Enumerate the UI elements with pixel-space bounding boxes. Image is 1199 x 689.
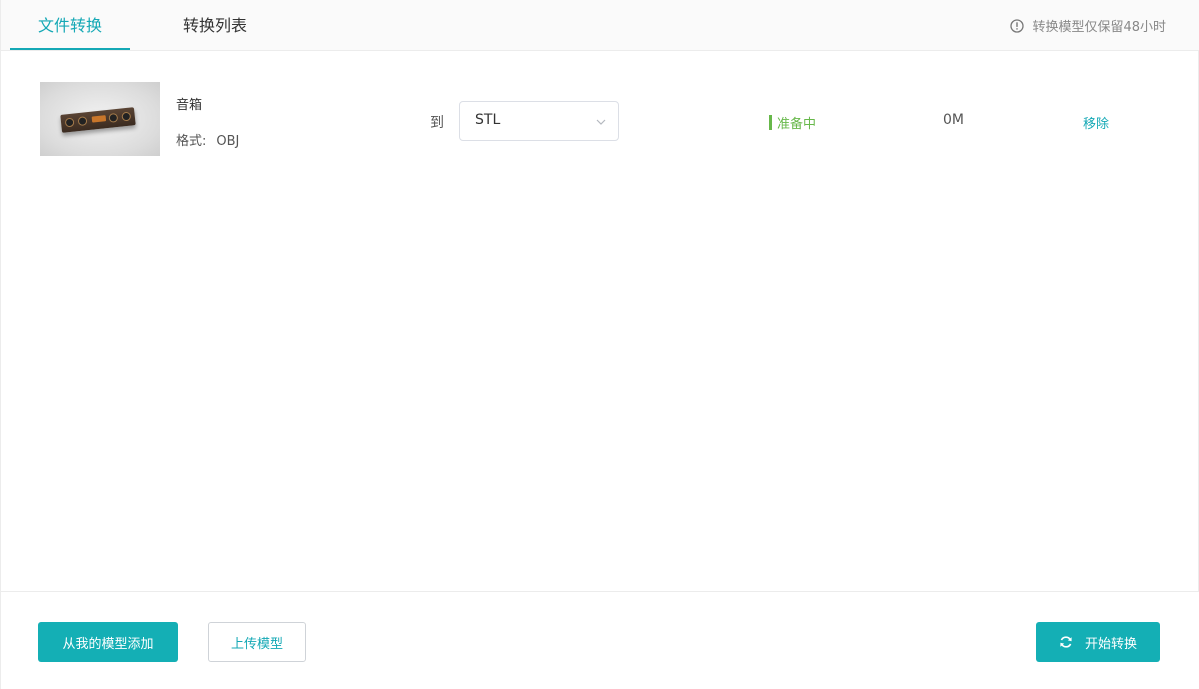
remove-link[interactable]: 移除 [1083, 113, 1109, 132]
to-label: 到 [430, 115, 444, 131]
status-text: 准备中 [777, 117, 817, 132]
status-badge: 准备中 [769, 113, 816, 132]
upload-model-button[interactable]: 上传模型 [208, 622, 306, 662]
file-format: 格式: OBJ [176, 130, 239, 149]
target-format-value: STL [475, 112, 501, 128]
converter-panel: 文件转换 转换列表 转换模型仅保留48小时 音箱 格式: OBJ 到 STL 准… [0, 0, 1199, 689]
start-convert-label: 开始转换 [1084, 636, 1137, 652]
file-size: 0M [943, 112, 964, 128]
add-from-my-models-button[interactable]: 从我的模型添加 [38, 622, 178, 662]
file-format-label: 格式: [176, 134, 207, 149]
refresh-icon [1060, 636, 1072, 648]
footer-actions: 从我的模型添加 上传模型 开始转换 [1, 591, 1199, 689]
tab-file-convert[interactable]: 文件转换 [10, 0, 130, 51]
model-thumbnail [40, 82, 160, 156]
chevron-down-icon [596, 119, 606, 125]
target-format-select[interactable]: STL [459, 101, 619, 141]
file-format-value: OBJ [216, 134, 240, 149]
speaker-model-image [60, 107, 136, 133]
file-row: 音箱 格式: OBJ 到 STL 准备中 0M 移除 [1, 51, 1199, 191]
retention-notice: 转换模型仅保留48小时 [1010, 0, 1166, 51]
start-convert-button[interactable]: 开始转换 [1036, 622, 1160, 662]
file-name: 音箱 [176, 98, 203, 113]
status-indicator [769, 115, 772, 130]
tab-bar: 文件转换 转换列表 转换模型仅保留48小时 [1, 0, 1199, 51]
info-icon [1010, 18, 1025, 33]
retention-notice-text: 转换模型仅保留48小时 [1032, 20, 1166, 35]
tab-convert-list[interactable]: 转换列表 [155, 0, 275, 51]
